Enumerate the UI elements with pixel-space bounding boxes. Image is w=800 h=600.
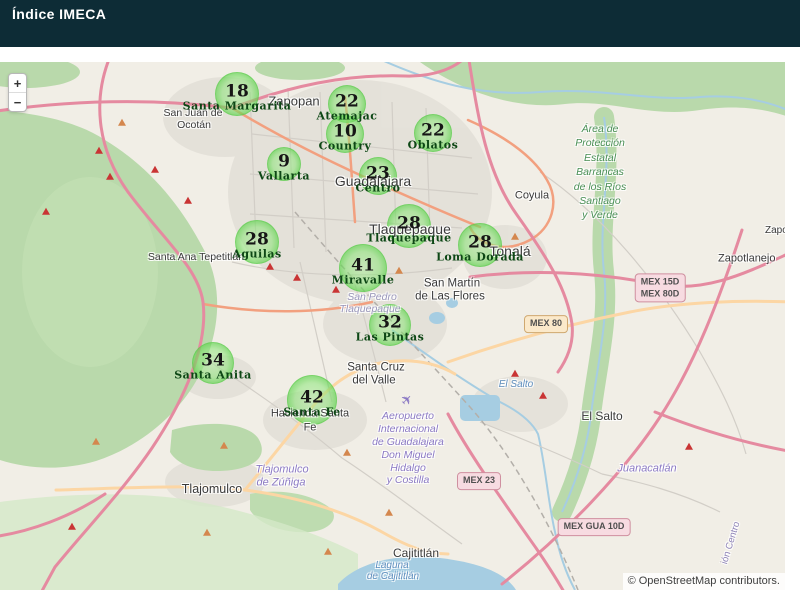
peak-icon: [539, 391, 547, 399]
attribution-copyright: ©: [627, 575, 639, 587]
attribution-osm-link[interactable]: OpenStreetMap: [639, 575, 717, 587]
peak-icon: [385, 508, 393, 516]
map-label: y Costilla: [386, 473, 430, 486]
peak-icon: [184, 196, 192, 204]
peak-icon: [118, 118, 126, 126]
station-name: Vallarta: [257, 169, 311, 183]
map-label: Barrancas: [576, 165, 624, 178]
map-label: Santa Cruz: [347, 361, 405, 374]
station-name: Aguilas: [232, 247, 282, 261]
map-label: El Salto: [581, 409, 623, 423]
map-label: Área de: [581, 122, 619, 135]
peak-icon: [106, 172, 114, 180]
station-name: Las Pintas: [355, 330, 425, 344]
map-label: San Martín: [423, 277, 481, 290]
map-label: ión Centro: [719, 520, 743, 566]
peak-icon: [511, 369, 519, 377]
map-label: Ocotán: [177, 118, 211, 131]
station-value: 41: [351, 255, 375, 276]
station-name: Tlaquepaque: [366, 231, 452, 245]
station-value: 10: [333, 121, 357, 142]
map-label: de Las Flores: [415, 290, 485, 303]
page-title: Índice IMECA: [12, 6, 107, 22]
map-label: Santiago: [579, 194, 621, 207]
app-header: Índice IMECA: [0, 0, 800, 47]
map-label: Zapotlanejo: [718, 252, 776, 265]
peak-icon: [266, 262, 274, 270]
station-value: 28: [468, 232, 492, 253]
peak-icon: [92, 437, 100, 445]
peak-icon: [324, 547, 332, 555]
peak-icon: [343, 448, 351, 456]
peak-icon: [95, 146, 103, 154]
map-label: de Guadalajara: [372, 435, 444, 448]
station-name: Centro: [355, 181, 401, 195]
station-value: 22: [335, 91, 359, 112]
road-shield: MEX GUA 10D: [557, 518, 631, 536]
station-name: Santa Margarita: [182, 99, 292, 113]
station-value: 42: [300, 387, 324, 408]
map-label: Tlajomulco: [181, 481, 243, 496]
map-label: Laguna: [375, 560, 409, 571]
map-label: El Salto: [498, 379, 534, 390]
map-label: Aeropuerto: [382, 409, 434, 422]
peak-icon: [203, 528, 211, 536]
station-name: Country: [318, 139, 372, 153]
attribution-suffix: contributors.: [716, 575, 780, 587]
map-overlay: ✈ Zapopan Guadalajara Tlaquepaque Tonalá Coyu…: [0, 62, 785, 590]
peak-icon: [293, 273, 301, 281]
map-label: Fe: [303, 421, 317, 434]
map[interactable]: ✈ Zapopan Guadalajara Tlaquepaque Tonalá Coyu…: [0, 62, 785, 590]
peak-icon: [151, 165, 159, 173]
map-label: de los Ríos: [573, 180, 627, 193]
road-shield: MEX 23: [456, 472, 502, 490]
station-value: 32: [378, 312, 402, 333]
station-name: Loma Dorada: [436, 250, 524, 264]
map-label: Juanacatlán: [617, 462, 677, 475]
map-label: Tlajomulco: [255, 463, 309, 476]
map-label: Zapot: [765, 225, 785, 236]
station-name: Santa Fe: [283, 405, 341, 419]
map-label: Don Miguel: [381, 448, 435, 461]
zoom-out-button[interactable]: −: [9, 92, 26, 111]
map-label: San Pedro: [347, 290, 397, 303]
map-label: y Verde: [582, 208, 618, 221]
peak-icon: [68, 522, 76, 530]
peak-icon: [685, 442, 693, 450]
airport-icon: ✈: [396, 389, 417, 410]
road-shield: MEX 15D MEX 80D: [634, 273, 686, 303]
map-label: de Zúñiga: [256, 476, 306, 489]
station-name: Oblatos: [407, 138, 459, 152]
station-name: Miravalle: [331, 273, 395, 287]
station-value: 18: [225, 81, 249, 102]
zoom-control: + −: [8, 73, 27, 112]
map-label: Estatal: [583, 151, 617, 164]
station-value: 22: [421, 120, 445, 141]
map-label: Protección: [575, 136, 625, 149]
station-value: 23: [366, 163, 390, 184]
peak-icon: [332, 285, 340, 293]
map-label: Internacional: [377, 422, 439, 435]
station-name: Atemajac: [316, 109, 378, 123]
map-label: Cajititlán: [392, 546, 440, 560]
map-label: Hidalgo: [390, 461, 426, 474]
station-value: 9: [278, 151, 290, 172]
station-value: 28: [397, 213, 421, 234]
peak-icon: [511, 232, 519, 240]
road-shield: MEX 80: [523, 315, 569, 333]
map-label: del Valle: [352, 374, 396, 387]
peak-icon: [395, 266, 403, 274]
peak-icon: [220, 441, 228, 449]
station-name: Santa Anita: [174, 368, 252, 382]
map-label: Santa Ana Tepetitlán: [147, 250, 245, 263]
map-label: Coyula: [514, 189, 550, 202]
map-label: de Cajititlán: [366, 571, 420, 582]
zoom-in-button[interactable]: +: [9, 74, 26, 92]
attribution: © OpenStreetMap contributors.: [622, 573, 785, 590]
peak-icon: [42, 207, 50, 215]
station-value: 28: [245, 229, 269, 250]
station-value: 34: [201, 350, 225, 371]
